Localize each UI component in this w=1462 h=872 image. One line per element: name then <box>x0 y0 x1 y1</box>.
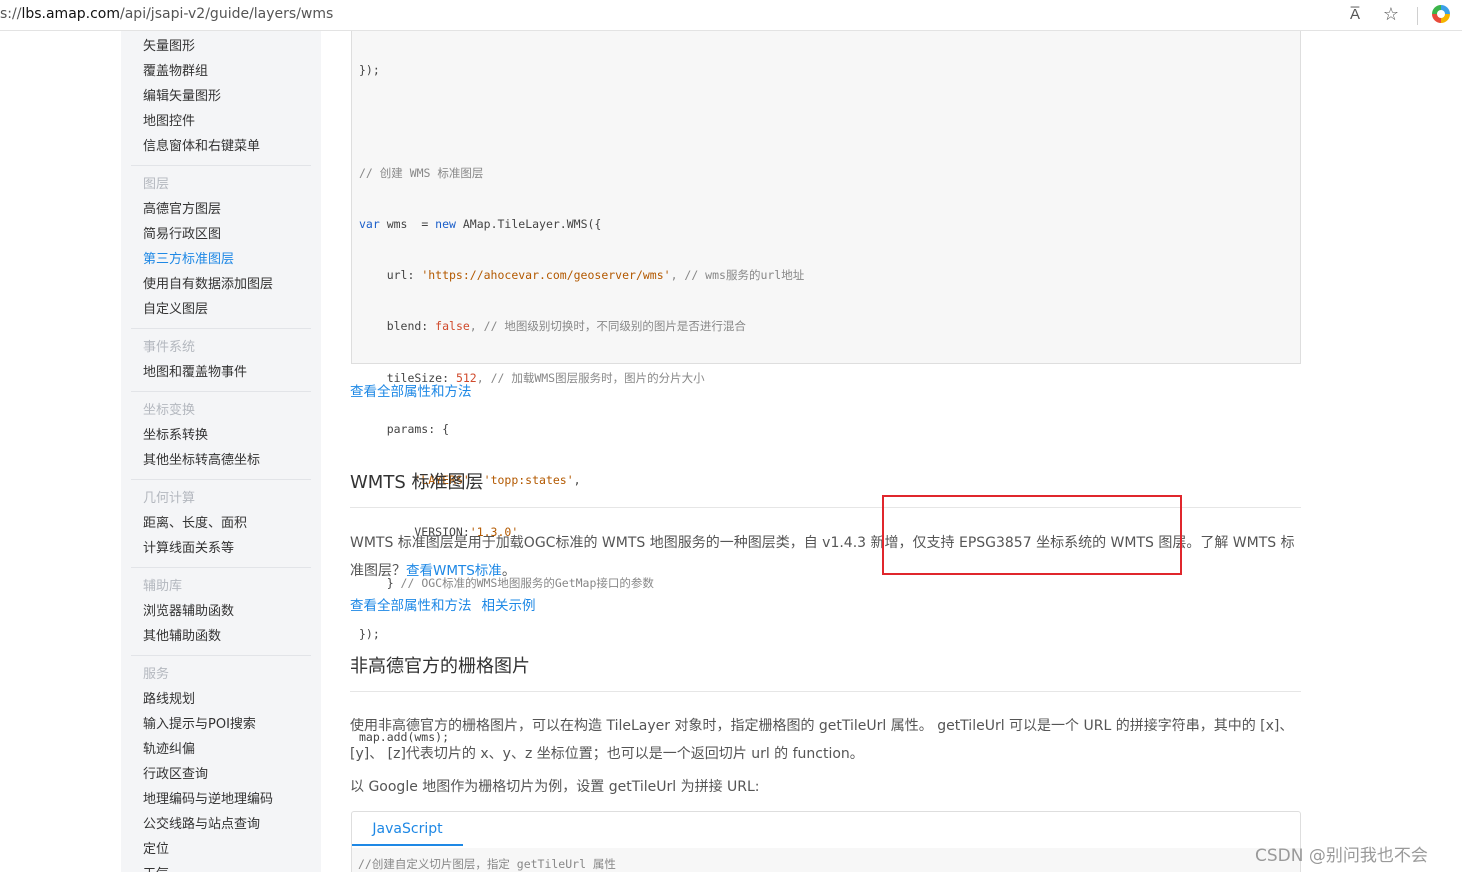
sidebar-item[interactable]: 坐标系转换 <box>131 423 311 448</box>
code-keyword: var <box>359 216 380 231</box>
raster-description: 使用非高德官方的栅格图片，可以在构造 TileLayer 对象时，指定栅格图的 … <box>350 718 1294 762</box>
sidebar-item[interactable]: 浏览器辅助函数 <box>131 599 311 624</box>
code-comment: //创建自定义切片图层，指定 getTileUrl 属性 <box>352 848 1300 872</box>
related-examples-link[interactable]: 相关示例 <box>482 598 536 614</box>
sidebar-group-title: 图层 <box>143 177 170 192</box>
read-aloud-icon[interactable]: A̅ <box>1344 4 1366 26</box>
sidebar-item[interactable]: 定位 <box>131 837 311 862</box>
code-text: wms = <box>379 216 436 231</box>
sidebar-item[interactable]: 简易行政区图 <box>131 222 311 247</box>
sidebar-item[interactable]: 地图控件 <box>131 109 311 134</box>
code-comment: // 创建 WMS 标准图层 <box>359 165 484 180</box>
code-comment: , // wms服务的url地址 <box>670 268 805 283</box>
sidebar-group: 辅助库浏览器辅助函数 其他辅助函数 <box>131 574 311 656</box>
sidebar-item[interactable]: 地理编码与逆地理编码 <box>131 787 311 812</box>
sidebar-item[interactable]: 天气 <box>131 862 311 872</box>
main-content: }); // 创建 WMS 标准图层 var wms = new AMap.Ti… <box>350 31 1301 872</box>
raster-example-intro: 以 Google 地图作为栅格切片为例，设置 getTileUrl 为拼接 UR… <box>350 779 760 795</box>
sidebar-group: 矢量图形 覆盖物群组 编辑矢量图形 地图控件 信息窗体和右键菜单 <box>131 31 311 166</box>
watermark: CSDN @别问我也不会 <box>1255 846 1428 866</box>
sidebar-item[interactable]: 覆盖物群组 <box>131 59 311 84</box>
code-text: AMap.TileLayer.WMS({ <box>455 216 602 231</box>
code-line: }); <box>359 63 380 77</box>
code-key: url: <box>359 268 422 283</box>
wmts-description-end: 。 <box>501 563 516 579</box>
browser-address-bar: s://lbs.amap.com/api/jsapi-v2/guide/laye… <box>0 0 1462 31</box>
add-favorite-icon[interactable]: ☆ <box>1380 4 1402 26</box>
address-url[interactable]: s://lbs.amap.com/api/jsapi-v2/guide/laye… <box>0 6 333 22</box>
sidebar-group-title: 坐标变换 <box>143 403 196 418</box>
view-all-properties-link[interactable]: 查看全部属性和方法 <box>350 380 472 400</box>
code-line: blend: false, // 地图级别切换时，不同级别的图片是否进行混合 <box>359 315 804 338</box>
code-string: 'topp:states' <box>483 473 574 488</box>
sidebar-group-title: 服务 <box>143 667 170 682</box>
code-line: params: { <box>359 422 450 437</box>
wmts-standard-link[interactable]: 查看WMTS标准 <box>406 563 502 579</box>
sidebar-item[interactable]: 矢量图形 <box>131 34 311 59</box>
code-block: }); // 创建 WMS 标准图层 var wms = new AMap.Ti… <box>351 31 1301 744</box>
code-string: 'https://ahocevar.com/geoserver/wms' <box>421 268 671 283</box>
code-line: var wms = new AMap.TileLayer.WMS({ <box>359 213 804 236</box>
sidebar-item[interactable]: 路线规划 <box>131 687 311 712</box>
divider <box>350 691 1301 692</box>
sidebar-item[interactable]: 轨迹纠偏 <box>131 737 311 762</box>
code-text: , <box>573 473 581 488</box>
code-literal: false <box>435 319 470 334</box>
sidebar-group-title: 辅助库 <box>143 579 183 594</box>
sidebar-group-title: 事件系统 <box>143 340 196 355</box>
sidebar-item[interactable]: 距离、长度、面积 <box>131 511 311 536</box>
highlight-annotation-box <box>882 495 1182 575</box>
sidebar-item[interactable]: 公交线路与站点查询 <box>131 812 311 837</box>
sidebar-item[interactable]: 编辑矢量图形 <box>131 84 311 109</box>
sidebar-item[interactable]: 自定义图层 <box>131 297 311 322</box>
code-comment: , // 加载WMS图层服务时，图片的分片大小 <box>476 370 705 385</box>
sidebar-group: 服务路线规划 输入提示与POI搜索 轨迹纠偏 行政区查询 地理编码与逆地理编码 公交线路与… <box>131 662 311 872</box>
wmts-heading: WMTS 标准图层 <box>350 472 484 493</box>
extension-icon[interactable] <box>1432 5 1450 23</box>
url-prefix: s:// <box>0 6 22 22</box>
sidebar-group: 事件系统地图和覆盖物事件 <box>131 335 311 392</box>
code-keyword: new <box>435 216 456 231</box>
code-key: blend: <box>359 319 436 334</box>
sidebar-item[interactable]: 第三方标准图层 <box>131 247 311 272</box>
toolbar-divider <box>1417 7 1418 25</box>
url-path: /api/jsapi-v2/guide/layers/wms <box>120 6 334 22</box>
tab-javascript[interactable]: JavaScript <box>352 812 463 846</box>
sidebar: 矢量图形 覆盖物群组 编辑矢量图形 地图控件 信息窗体和右键菜单图层高德官方图层 简易行政… <box>121 31 321 872</box>
sidebar-item[interactable]: 计算线面关系等 <box>131 536 311 561</box>
raster-heading: 非高德官方的栅格图片 <box>350 656 530 677</box>
url-host: lbs.amap.com <box>21 6 121 22</box>
sidebar-item[interactable]: 信息窗体和右键菜单 <box>131 134 311 159</box>
sidebar-group: 坐标变换坐标系转换 其他坐标转高德坐标 <box>131 398 311 480</box>
sidebar-item[interactable]: 行政区查询 <box>131 762 311 787</box>
sidebar-group-title: 几何计算 <box>143 491 196 506</box>
code-line: url: 'https://ahocevar.com/geoserver/wms… <box>359 264 805 287</box>
sidebar-group: 几何计算距离、长度、面积 计算线面关系等 <box>131 486 311 568</box>
sidebar-item[interactable]: 高德官方图层 <box>131 197 311 222</box>
code-line: }); <box>359 627 380 642</box>
sidebar-item[interactable]: 其他辅助函数 <box>131 624 311 649</box>
sidebar-item[interactable]: 输入提示与POI搜索 <box>131 712 311 737</box>
sidebar-item[interactable]: 其他坐标转高德坐标 <box>131 448 311 473</box>
sidebar-item[interactable]: 地图和覆盖物事件 <box>131 360 311 385</box>
code-comment: , // 地图级别切换时，不同级别的图片是否进行混合 <box>469 319 746 334</box>
sidebar-group: 图层高德官方图层 简易行政区图 第三方标准图层 使用自有数据添加图层 自定义图层 <box>131 172 311 329</box>
wmts-links: 查看全部属性和方法 相关示例 <box>350 594 536 614</box>
sidebar-item[interactable]: 使用自有数据添加图层 <box>131 272 311 297</box>
view-all-properties-link[interactable]: 查看全部属性和方法 <box>350 598 472 614</box>
javascript-code-panel: JavaScript //创建自定义切片图层，指定 getTileUrl 属性 <box>351 811 1301 872</box>
